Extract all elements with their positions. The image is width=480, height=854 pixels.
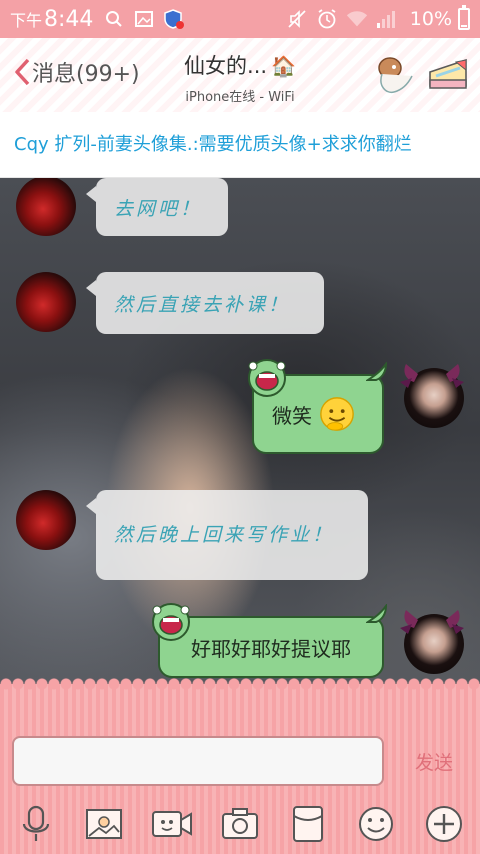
scallop-border bbox=[0, 678, 480, 690]
profile-icon bbox=[378, 57, 413, 94]
friend-avatar[interactable] bbox=[16, 178, 76, 236]
chat-title: 仙女的... 🏠 bbox=[140, 50, 340, 80]
group-button[interactable] bbox=[426, 52, 472, 98]
friend-avatar[interactable] bbox=[16, 490, 76, 550]
profile-button[interactable] bbox=[372, 52, 418, 98]
emoji-button[interactable] bbox=[356, 804, 396, 844]
message-text: 然后直接去补课！ bbox=[114, 293, 291, 316]
back-button[interactable]: 消息(99+) bbox=[14, 56, 140, 88]
plus-icon bbox=[426, 806, 462, 842]
message-incoming[interactable]: 然后直接去补课！ bbox=[86, 272, 324, 334]
status-bar: 下午 8:44 10% bbox=[0, 0, 480, 38]
message-incoming[interactable]: 然后晚上回来写作业！ bbox=[86, 490, 368, 580]
camera-icon bbox=[222, 808, 258, 839]
status-right: 10% bbox=[286, 5, 470, 30]
photo-album-icon bbox=[86, 809, 122, 839]
red-packet-button[interactable] bbox=[288, 804, 328, 844]
more-button[interactable] bbox=[424, 804, 464, 844]
house-icon: 🏠 bbox=[271, 54, 296, 78]
clock: 8:44 bbox=[44, 6, 94, 32]
bubble-tail-icon bbox=[366, 362, 388, 381]
battery-icon bbox=[458, 5, 470, 30]
image-icon bbox=[133, 8, 155, 30]
message-incoming[interactable]: 去网吧！ bbox=[86, 178, 228, 236]
signal-icon bbox=[376, 8, 398, 30]
photo-album-button[interactable] bbox=[84, 804, 124, 844]
devil-horns-icon bbox=[400, 364, 464, 388]
chat-title-text: 仙女的... bbox=[184, 54, 268, 78]
send-button[interactable]: 发送 bbox=[404, 736, 464, 786]
red-packet-icon bbox=[293, 806, 323, 842]
monster-sticker-icon bbox=[152, 603, 190, 641]
shield-notification-icon bbox=[163, 8, 185, 30]
group-notice[interactable]: Cqy 扩列-前妻头像集.:需要优质头像+求求你翻烂 bbox=[0, 112, 480, 178]
bubble-tail-icon bbox=[366, 604, 388, 623]
alarm-icon bbox=[316, 8, 338, 30]
mute-icon bbox=[286, 8, 308, 30]
microphone-icon bbox=[22, 805, 50, 841]
monster-sticker-icon bbox=[248, 359, 286, 397]
chat-header: 消息(99+) 仙女的... 🏠 iPhone在线 - WiFi bbox=[0, 38, 480, 112]
back-label: 消息(99+) bbox=[32, 62, 140, 87]
battery-percent: 10% bbox=[409, 8, 452, 30]
search-icon bbox=[103, 8, 125, 30]
message-text: 微笑 bbox=[272, 403, 312, 428]
voice-button[interactable] bbox=[16, 804, 56, 844]
wifi-icon bbox=[346, 8, 368, 30]
message-text: 然后晚上回来写作业！ bbox=[114, 523, 335, 546]
message-text: 去网吧！ bbox=[114, 197, 203, 220]
chat-area[interactable]: 去网吧！ 然后直接去补课！ 微笑 然后晚上回来写作业！ 好耶好耶好提议耶 bbox=[0, 178, 480, 684]
group-icon bbox=[429, 58, 467, 89]
camera-button[interactable] bbox=[220, 804, 260, 844]
devil-horns-icon bbox=[400, 610, 464, 634]
online-status: iPhone在线 - WiFi bbox=[185, 90, 295, 105]
video-call-icon bbox=[152, 811, 192, 837]
emoji-icon bbox=[359, 807, 393, 841]
video-call-button[interactable] bbox=[150, 804, 192, 844]
input-bar: 发送 bbox=[0, 678, 480, 854]
title-block[interactable]: 仙女的... 🏠 iPhone在线 - WiFi bbox=[140, 50, 340, 105]
chevron-left-icon bbox=[15, 58, 30, 86]
input-toolbar bbox=[0, 794, 480, 854]
message-input[interactable] bbox=[12, 736, 384, 786]
smile-emoji-icon bbox=[320, 397, 354, 431]
time-prefix: 下午 bbox=[10, 11, 43, 30]
message-text: 好耶好耶好提议耶 bbox=[191, 636, 351, 661]
friend-avatar[interactable] bbox=[16, 272, 76, 332]
